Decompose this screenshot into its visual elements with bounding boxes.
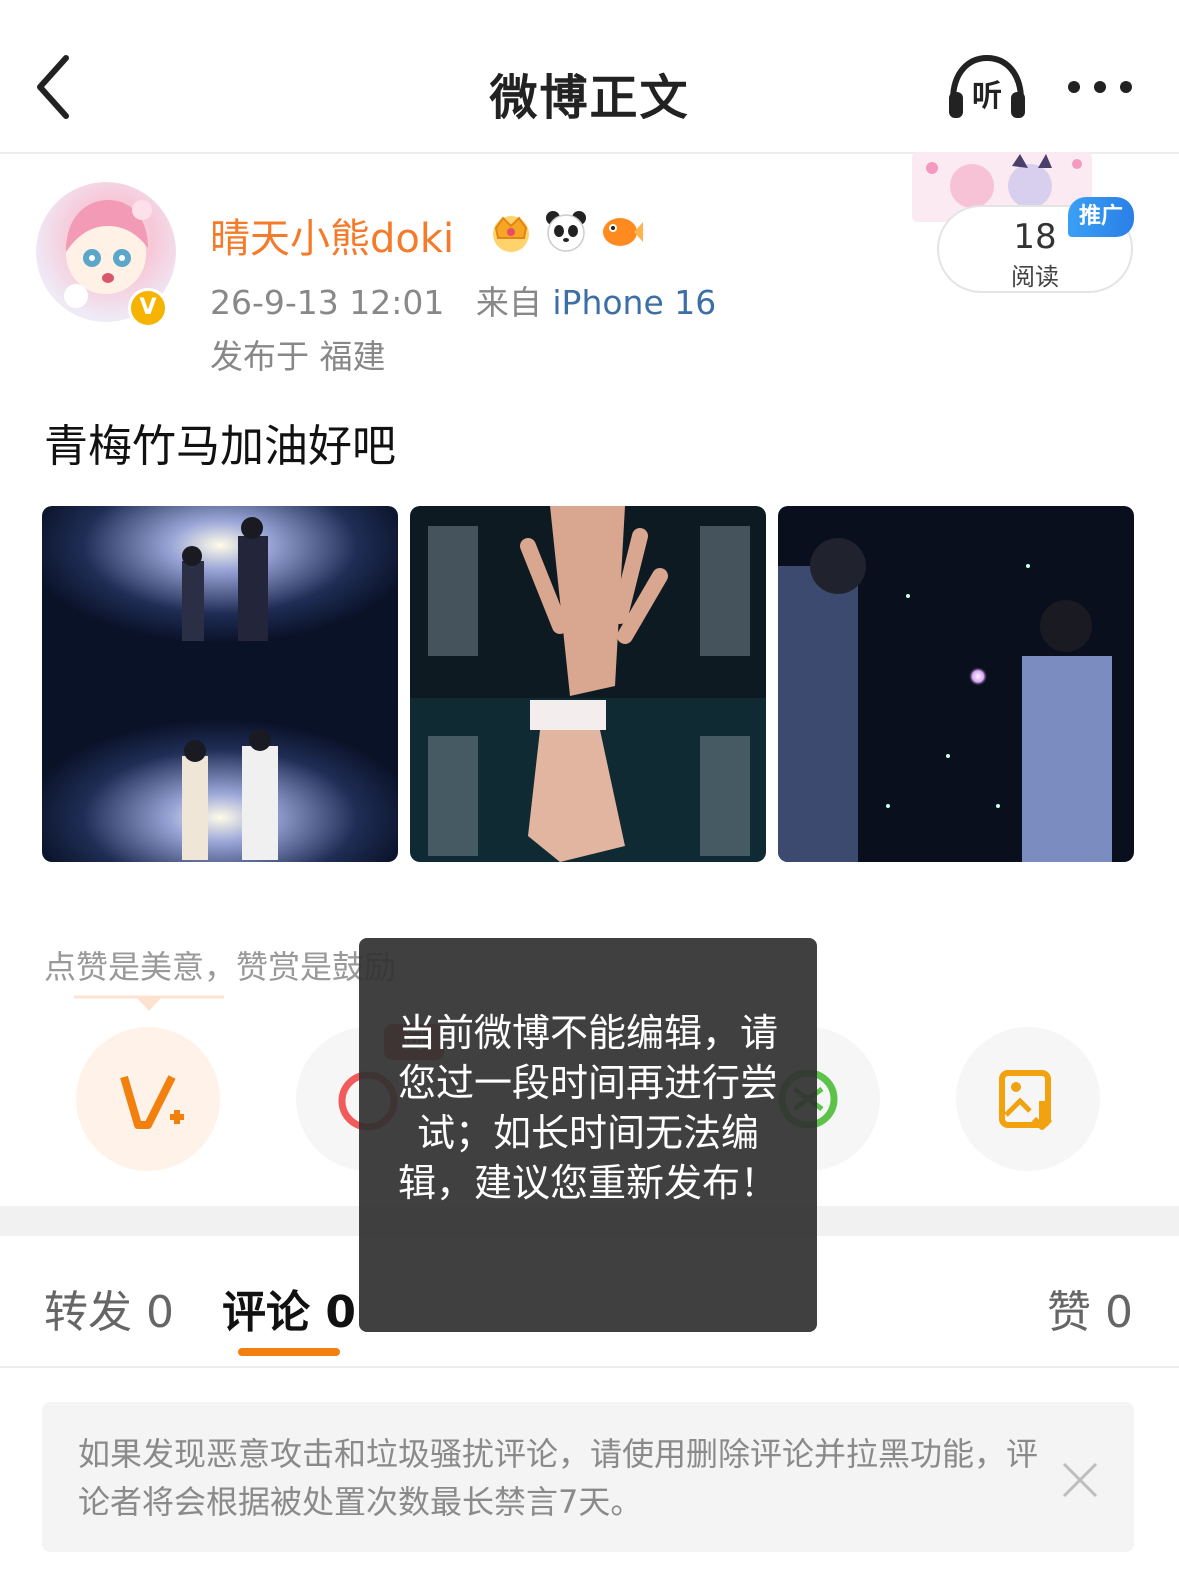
post-text: 青梅竹马加油好吧 bbox=[44, 421, 396, 472]
photo-hands[interactable] bbox=[410, 506, 766, 862]
svg-text:听: 听 bbox=[972, 79, 1002, 114]
crown-badge-icon[interactable] bbox=[488, 208, 534, 254]
panda-badge-icon[interactable] bbox=[543, 208, 589, 254]
save-image-button[interactable] bbox=[956, 1027, 1100, 1171]
tab-active-underline bbox=[238, 1348, 340, 1356]
read-label: 阅读 bbox=[1011, 263, 1059, 291]
close-icon[interactable] bbox=[1058, 1458, 1102, 1502]
source-device-link[interactable]: iPhone 16 bbox=[552, 283, 716, 322]
save-image-icon bbox=[999, 1070, 1053, 1130]
vplus-icon bbox=[120, 1075, 184, 1129]
photo-glowing-hand[interactable] bbox=[778, 506, 1134, 862]
more-dots-icon[interactable] bbox=[1062, 70, 1138, 104]
toast-message: 当前微博不能编辑，请您过一段时间再进行尝试；如长时间无法编辑，建议您重新发布！ bbox=[397, 1011, 778, 1205]
reward-hint: 点赞是美意，赞赏是鼓励 bbox=[44, 948, 397, 986]
notice-text: 如果发现恶意攻击和垃圾骚扰评论，请使用删除评论并拉黑功能，评论者将会根据被处置次… bbox=[78, 1435, 1039, 1521]
vplus-button[interactable] bbox=[76, 1027, 220, 1171]
source-prefix: 来自 bbox=[475, 283, 542, 322]
fish-badge-icon[interactable] bbox=[598, 208, 644, 254]
top-nav-bar: 微博正文 听 bbox=[0, 0, 1179, 154]
edit-error-toast: 当前微博不能编辑，请您过一段时间再进行尝试；如长时间无法编辑，建议您重新发布！ bbox=[359, 938, 817, 1332]
tab-like[interactable]: 赞 0 bbox=[1047, 1276, 1133, 1340]
comment-notice-banner: 如果发现恶意攻击和垃圾骚扰评论，请使用删除评论并拉黑功能，评论者将会根据被处置次… bbox=[42, 1402, 1134, 1552]
reward-pointer-decoration bbox=[74, 995, 224, 1011]
tab-repost[interactable]: 转发 0 bbox=[44, 1276, 174, 1340]
post-meta: 26-9-13 12:01 来自 iPhone 16 bbox=[210, 276, 716, 324]
verified-v-icon: V bbox=[128, 288, 168, 328]
post-timestamp: 26-9-13 12:01 bbox=[210, 283, 445, 322]
promo-tag[interactable]: 推广 bbox=[1068, 197, 1134, 237]
photo-couple-light[interactable] bbox=[42, 506, 398, 862]
post-location: 发布于 福建 bbox=[210, 337, 386, 376]
author-name[interactable]: 晴天小熊doki bbox=[210, 206, 454, 264]
listen-headphone-icon[interactable]: 听 bbox=[945, 52, 1029, 122]
tab-comment[interactable]: 评论 0 bbox=[222, 1276, 356, 1340]
author-badges bbox=[488, 208, 648, 256]
